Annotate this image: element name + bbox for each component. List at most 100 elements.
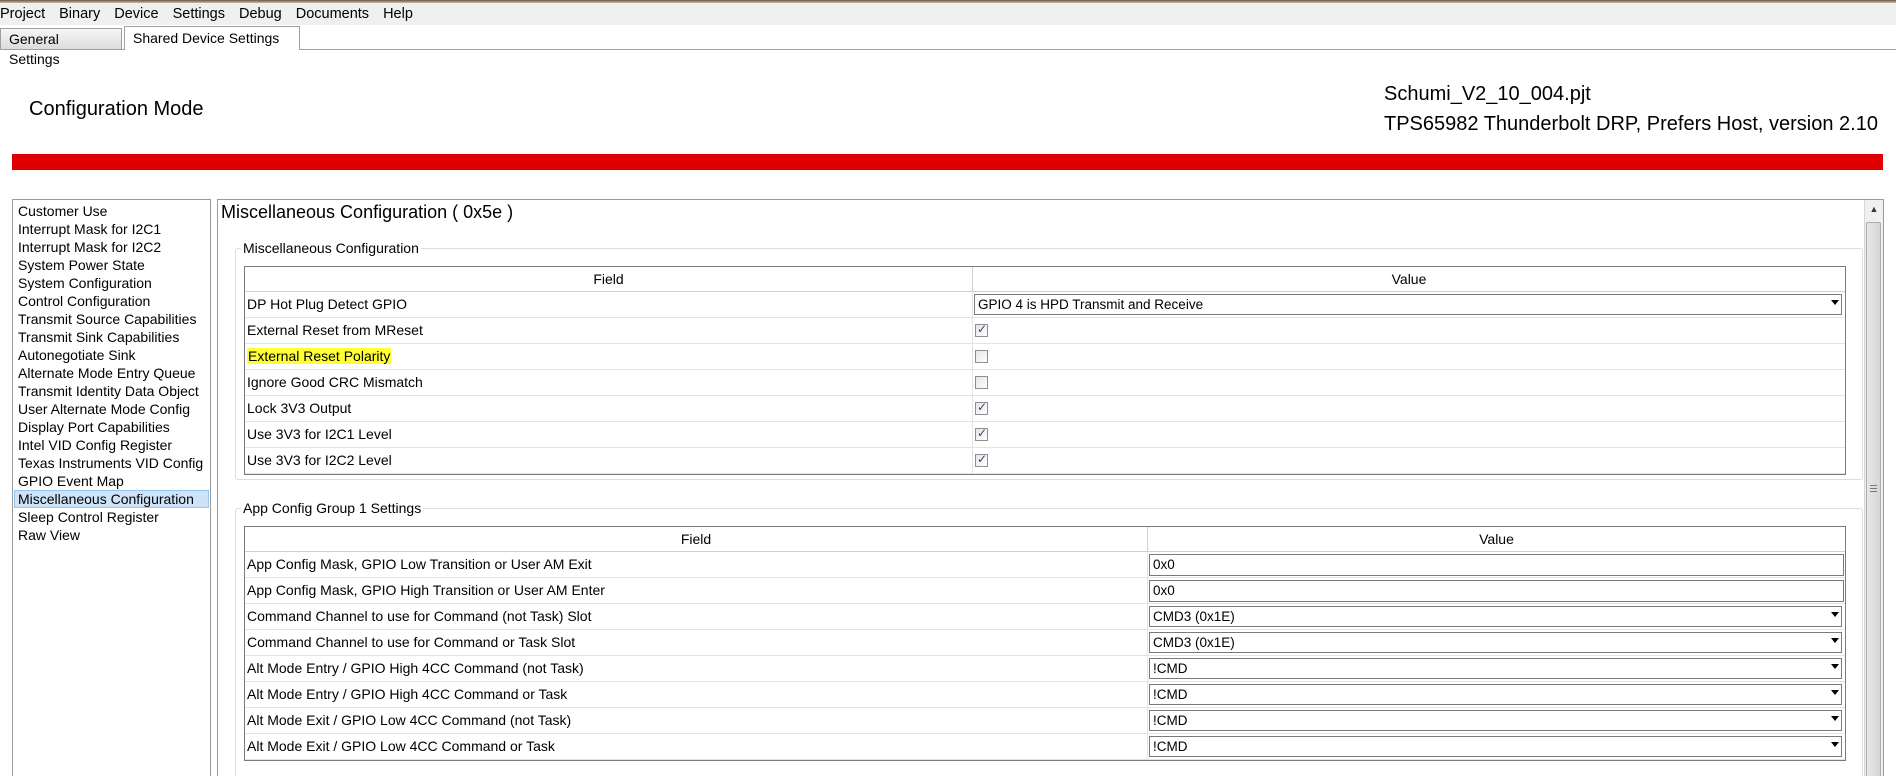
column-header-field[interactable]: Field: [245, 267, 973, 291]
menu-project[interactable]: Project: [0, 3, 52, 25]
sidebar-item[interactable]: Autonegotiate Sink: [14, 346, 209, 364]
field-label: Lock 3V3 Output: [247, 400, 352, 416]
value-checkbox[interactable]: ✓: [975, 400, 988, 415]
content-panel: Miscellaneous Configuration ( 0x5e ) Mis…: [217, 199, 1884, 776]
field-label: App Config Mask, GPIO Low Transition or …: [247, 556, 592, 572]
menu-debug[interactable]: Debug: [232, 3, 289, 25]
value-textbox[interactable]: 0x0: [1149, 580, 1844, 602]
field-name-cell: Alt Mode Exit / GPIO Low 4CC Command (no…: [245, 708, 1148, 733]
table-row: App Config Mask, GPIO Low Transition or …: [245, 552, 1845, 578]
value-cell: ✓: [973, 422, 1845, 447]
value-checkbox[interactable]: [975, 376, 988, 389]
menu-binary[interactable]: Binary: [52, 3, 107, 25]
sidebar-item[interactable]: System Configuration: [14, 274, 209, 292]
tab-bar: General Settings Shared Device Settings: [0, 25, 1896, 67]
value-checkbox[interactable]: ✓: [975, 426, 988, 441]
value-dropdown[interactable]: !CMD: [1149, 736, 1842, 757]
value-dropdown[interactable]: CMD3 (0x1E): [1149, 632, 1842, 653]
field-name-cell: DP Hot Plug Detect GPIO: [245, 292, 973, 317]
value-dropdown[interactable]: CMD3 (0x1E): [1149, 606, 1842, 627]
value-cell: GPIO 4 is HPD Transmit and Receive: [973, 292, 1845, 317]
sidebar-item[interactable]: User Alternate Mode Config: [14, 400, 209, 418]
scroll-thumb[interactable]: [1866, 222, 1881, 776]
field-label: Use 3V3 for I2C2 Level: [247, 452, 392, 468]
value-dropdown[interactable]: !CMD: [1149, 684, 1842, 705]
field-label: Alt Mode Entry / GPIO High 4CC Command o…: [247, 686, 568, 702]
sidebar-item[interactable]: Interrupt Mask for I2C1: [14, 220, 209, 238]
sidebar-item[interactable]: Transmit Sink Capabilities: [14, 328, 209, 346]
mode-title: Configuration Mode: [29, 98, 204, 120]
misc-config-group: Miscellaneous Configuration Field Value …: [235, 240, 1863, 480]
sidebar-item[interactable]: Display Port Capabilities: [14, 418, 209, 436]
group-label: Miscellaneous Configuration: [241, 240, 421, 256]
menu-documents[interactable]: Documents: [289, 3, 376, 25]
chevron-down-icon[interactable]: [1831, 690, 1839, 695]
scroll-up-arrow-icon[interactable]: ▲: [1865, 200, 1883, 218]
chevron-down-icon[interactable]: [1831, 300, 1839, 305]
sidebar-item[interactable]: System Power State: [14, 256, 209, 274]
check-icon: ✓: [977, 400, 988, 414]
chevron-down-icon[interactable]: [1831, 638, 1839, 643]
table-row: External Reset from MReset ✓: [245, 318, 1845, 344]
accent-bar: [12, 154, 1883, 170]
value-dropdown[interactable]: !CMD: [1149, 658, 1842, 679]
sidebar-item[interactable]: Interrupt Mask for I2C2: [14, 238, 209, 256]
table-row: Use 3V3 for I2C1 Level ✓: [245, 422, 1845, 448]
app-config-grid: Field Value App Config Mask, GPIO Low Tr…: [244, 526, 1846, 761]
tab-general-settings[interactable]: General Settings: [0, 28, 122, 67]
field-label: Alt Mode Exit / GPIO Low 4CC Command (no…: [247, 712, 572, 728]
misc-config-grid: Field Value DP Hot Plug Detect GPIO GPIO …: [244, 266, 1846, 475]
sidebar-item[interactable]: Texas Instruments VID Config: [14, 454, 209, 472]
group-label: App Config Group 1 Settings: [241, 500, 424, 516]
value-checkbox[interactable]: ✓: [975, 322, 988, 337]
check-icon: ✓: [977, 426, 988, 440]
sidebar-item[interactable]: Intel VID Config Register: [14, 436, 209, 454]
sidebar-item[interactable]: Customer Use: [14, 202, 209, 220]
column-header-value[interactable]: Value: [1148, 527, 1845, 551]
value-checkbox[interactable]: ✓: [975, 452, 988, 467]
value-dropdown[interactable]: !CMD: [1149, 710, 1842, 731]
dropdown-value: CMD3 (0x1E): [1153, 609, 1235, 624]
field-name-cell: Lock 3V3 Output: [245, 396, 973, 421]
menu-settings[interactable]: Settings: [166, 3, 232, 25]
value-cell: ✓: [973, 318, 1845, 343]
sidebar-item[interactable]: Raw View: [14, 526, 209, 544]
sidebar-item[interactable]: Miscellaneous Configuration: [14, 490, 209, 508]
value-cell: 0x0: [1148, 578, 1845, 603]
field-label: Command Channel to use for Command or Ta…: [247, 634, 576, 650]
field-name-cell: Alt Mode Entry / GPIO High 4CC Command o…: [245, 682, 1148, 707]
dropdown-value: !CMD: [1153, 661, 1188, 676]
grid-header: Field Value: [245, 267, 1845, 292]
field-label: External Reset from MReset: [247, 322, 423, 338]
menu-help[interactable]: Help: [376, 3, 420, 25]
dropdown-value: CMD3 (0x1E): [1153, 635, 1235, 650]
field-name-cell: Command Channel to use for Command or Ta…: [245, 630, 1148, 655]
value-checkbox[interactable]: [975, 350, 988, 363]
tab-shared-device-settings[interactable]: Shared Device Settings: [124, 26, 300, 50]
value-cell: 0x0: [1148, 552, 1845, 577]
field-label: External Reset Polarity: [247, 348, 392, 364]
chevron-down-icon[interactable]: [1831, 612, 1839, 617]
check-icon: ✓: [977, 452, 988, 466]
vertical-scrollbar[interactable]: ▲: [1864, 200, 1883, 776]
sidebar-item[interactable]: Alternate Mode Entry Queue: [14, 364, 209, 382]
sidebar-item[interactable]: Control Configuration: [14, 292, 209, 310]
chevron-down-icon[interactable]: [1831, 742, 1839, 747]
sidebar-item[interactable]: GPIO Event Map: [14, 472, 209, 490]
sidebar-item[interactable]: Sleep Control Register: [14, 508, 209, 526]
column-header-value[interactable]: Value: [973, 267, 1845, 291]
value-cell: ✓: [973, 448, 1845, 473]
table-row: External Reset Polarity: [245, 344, 1845, 370]
column-header-field[interactable]: Field: [245, 527, 1148, 551]
sidebar-item[interactable]: Transmit Source Capabilities: [14, 310, 209, 328]
value-dropdown[interactable]: GPIO 4 is HPD Transmit and Receive: [974, 294, 1842, 315]
table-row: Alt Mode Exit / GPIO Low 4CC Command (no…: [245, 708, 1845, 734]
sidebar-item[interactable]: Transmit Identity Data Object: [14, 382, 209, 400]
value-textbox[interactable]: 0x0: [1149, 554, 1844, 576]
menu-device[interactable]: Device: [107, 3, 165, 25]
chevron-down-icon[interactable]: [1831, 664, 1839, 669]
chevron-down-icon[interactable]: [1831, 716, 1839, 721]
dropdown-value: !CMD: [1153, 687, 1188, 702]
menu-bar: Project Binary Device Settings Debug Document…: [0, 3, 1896, 25]
field-name-cell: External Reset from MReset: [245, 318, 973, 343]
